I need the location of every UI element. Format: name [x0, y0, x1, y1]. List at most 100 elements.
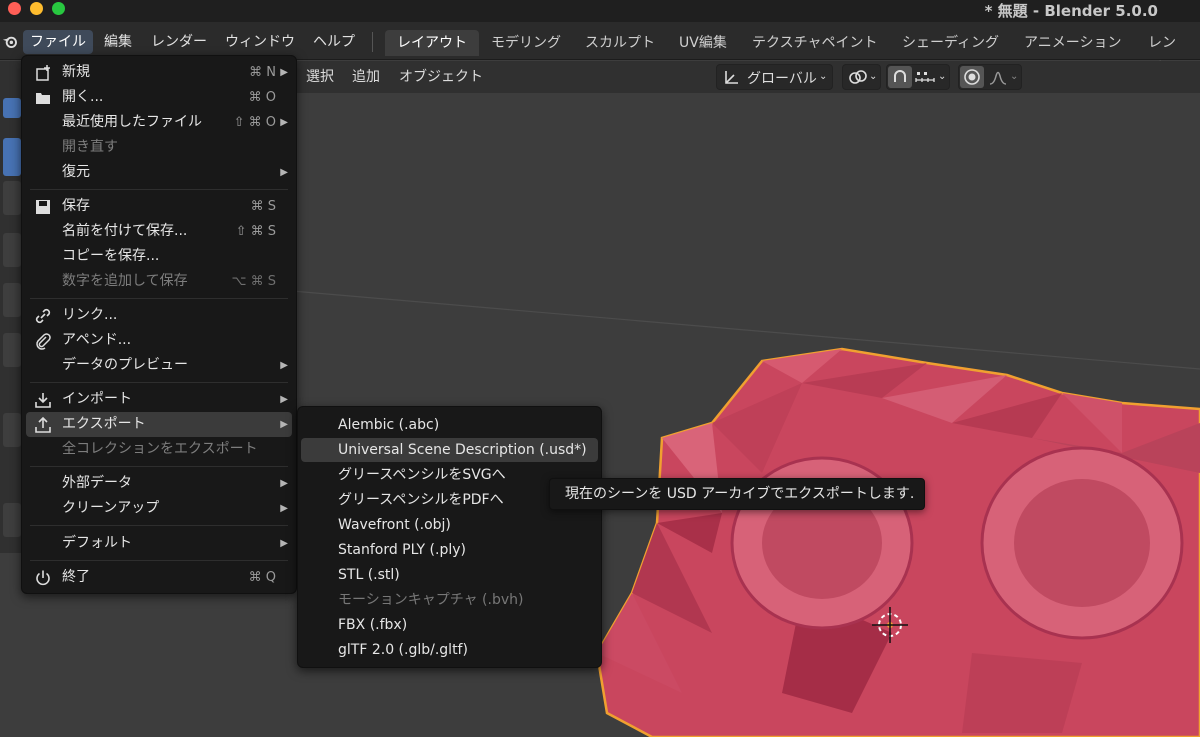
submenu-arrow-icon: ▶ [280, 394, 288, 405]
export-usd-tooltip: 現在のシーンを USD アーカイブでエクスポートします. [549, 478, 925, 510]
menu-item-save-incremental: 数字を追加して保存 ⌥ ⌘ S [62, 273, 276, 289]
menu-separator [372, 32, 373, 52]
import-icon [35, 393, 51, 408]
snapping-dropdown[interactable]: ⌄ [886, 64, 950, 90]
transform-orientation-dropdown[interactable]: グローバル ⌄ [716, 64, 833, 90]
menu-item-clean-up[interactable]: クリーンアップ ▶ [26, 496, 292, 521]
menu-separator [30, 525, 288, 526]
menu-item-append[interactable]: アペンド... [26, 328, 292, 353]
pivot-link-icon [849, 70, 867, 84]
menu-item-defaults[interactable]: デフォルト ▶ [26, 531, 292, 556]
submenu-arrow-icon: ▶ [280, 478, 288, 489]
export-stl[interactable]: STL (.stl) [301, 563, 598, 587]
select-box-tool[interactable] [3, 98, 21, 118]
viewport-menu-object[interactable]: オブジェクト [399, 66, 483, 88]
file-menu: 新規 ⌘ N ▶ 開く... ⌘ O 最近使用したファイル ⇧ ⌘ O ▶ 開き… [21, 55, 297, 594]
menu-help[interactable]: ヘルプ [306, 30, 362, 54]
tool-shelf [0, 93, 22, 553]
minimize-window-button[interactable] [30, 2, 43, 15]
tab-layout[interactable]: レイアウト [385, 30, 479, 56]
menu-file[interactable]: ファイル [23, 30, 93, 54]
submenu-arrow-icon: ▶ [280, 538, 288, 549]
submenu-arrow-icon: ▶ [280, 360, 288, 371]
tab-sculpting[interactable]: スカルプト [573, 30, 667, 56]
tab-uv-editing[interactable]: UV編集 [667, 30, 739, 56]
tab-animation[interactable]: アニメーション [1012, 30, 1133, 56]
menu-item-export-all-collections: 全コレクションをエクスポート [62, 441, 258, 457]
chevron-down-icon: ⌄ [1010, 71, 1019, 82]
save-disk-icon [36, 200, 50, 214]
export-gltf[interactable]: glTF 2.0 (.glb/.gltf) [301, 638, 598, 662]
floor-grid-line [291, 290, 1200, 370]
menu-item-save-copy[interactable]: コピーを保存... [26, 244, 292, 269]
add-cube-tool[interactable] [3, 503, 21, 537]
window-title: * 無題 - Blender 5.0.0 [984, 2, 1158, 20]
blender-logo-icon[interactable] [2, 34, 19, 49]
viewport-menu-add[interactable]: 追加 [352, 66, 380, 88]
move-tool[interactable] [3, 181, 21, 215]
submenu-arrow-icon: ▶ [280, 419, 288, 430]
menu-item-revert: 開き直す [62, 139, 118, 155]
menu-item-open-recent[interactable]: 最近使用したファイル ⇧ ⌘ O ▶ [26, 110, 292, 135]
snap-increment-icon [915, 72, 935, 82]
menu-separator [30, 466, 288, 467]
title-bar: * 無題 - Blender 5.0.0 [0, 0, 1200, 22]
maximize-window-button[interactable] [52, 2, 65, 15]
annotate-tool[interactable] [3, 413, 21, 447]
chevron-down-icon: ⌄ [938, 71, 947, 82]
menu-window[interactable]: ウィンドウ [218, 30, 302, 54]
menu-separator [30, 189, 288, 190]
menu-item-new[interactable]: 新規 ⌘ N ▶ [26, 60, 292, 85]
menu-item-export[interactable]: エクスポート ▶ [26, 412, 292, 437]
scale-tool[interactable] [3, 283, 21, 317]
cursor-tool[interactable] [3, 138, 21, 176]
menu-item-recover[interactable]: 復元 ▶ [26, 160, 292, 185]
menu-item-quit[interactable]: 終了 ⌘ Q [26, 565, 292, 590]
viewport-menu-select[interactable]: 選択 [306, 66, 334, 88]
paperclip-icon [36, 333, 51, 350]
menu-render[interactable]: レンダー [144, 30, 214, 54]
tab-shading[interactable]: シェーディング [890, 30, 1011, 56]
rotate-tool[interactable] [3, 233, 21, 267]
falloff-curve-icon [989, 71, 1007, 85]
submenu-arrow-icon: ▶ [280, 117, 288, 128]
menu-item-external-data[interactable]: 外部データ ▶ [26, 471, 292, 496]
menu-item-open[interactable]: 開く... ⌘ O [26, 85, 292, 110]
menu-separator [30, 382, 288, 383]
export-usd[interactable]: Universal Scene Description (.usd*) [301, 438, 598, 462]
suzanne-mesh[interactable] [595, 347, 1200, 737]
menu-item-link[interactable]: リンク... [26, 303, 292, 328]
export-wavefront-obj[interactable]: Wavefront (.obj) [301, 513, 598, 537]
tab-rendering[interactable]: レンダリ [1136, 30, 1200, 77]
menu-item-save[interactable]: 保存 ⌘ S [26, 194, 292, 219]
proportional-target-icon [964, 69, 980, 85]
export-icon [35, 416, 51, 433]
transform-tool[interactable] [3, 333, 21, 367]
tab-texture-paint[interactable]: テクスチャペイント [740, 30, 889, 56]
menu-item-data-previews[interactable]: データのプレビュー ▶ [26, 353, 292, 378]
proportional-editing-dropdown[interactable]: ⌄ [958, 64, 1022, 90]
export-alembic[interactable]: Alembic (.abc) [301, 413, 598, 437]
export-stanford-ply[interactable]: Stanford PLY (.ply) [301, 538, 598, 562]
menu-item-import[interactable]: インポート ▶ [26, 387, 292, 412]
chevron-down-icon: ⌄ [819, 71, 828, 82]
close-window-button[interactable] [8, 2, 21, 15]
export-fbx[interactable]: FBX (.fbx) [301, 613, 598, 637]
magnet-icon [894, 70, 906, 82]
submenu-arrow-icon: ▶ [280, 503, 288, 514]
submenu-arrow-icon: ▶ [280, 167, 288, 178]
link-icon [35, 308, 51, 324]
snap-toggle[interactable] [888, 66, 912, 88]
pivot-point-dropdown[interactable]: ⌄ [842, 64, 881, 90]
power-icon [36, 570, 50, 586]
menu-edit[interactable]: 編集 [97, 30, 139, 54]
menu-item-save-as[interactable]: 名前を付けて保存... ⇧ ⌘ S [26, 219, 292, 244]
orientation-label: グローバル [747, 71, 817, 87]
export-submenu: Alembic (.abc) Universal Scene Descripti… [297, 406, 602, 668]
proportional-edit-toggle[interactable] [960, 66, 984, 88]
tab-modeling[interactable]: モデリング [479, 30, 573, 56]
export-motion-capture-bvh: モーションキャプチャ (.bvh) [338, 592, 524, 608]
folder-icon [36, 93, 50, 104]
orientation-axes-icon [725, 71, 738, 84]
submenu-arrow-icon: ▶ [280, 67, 288, 78]
